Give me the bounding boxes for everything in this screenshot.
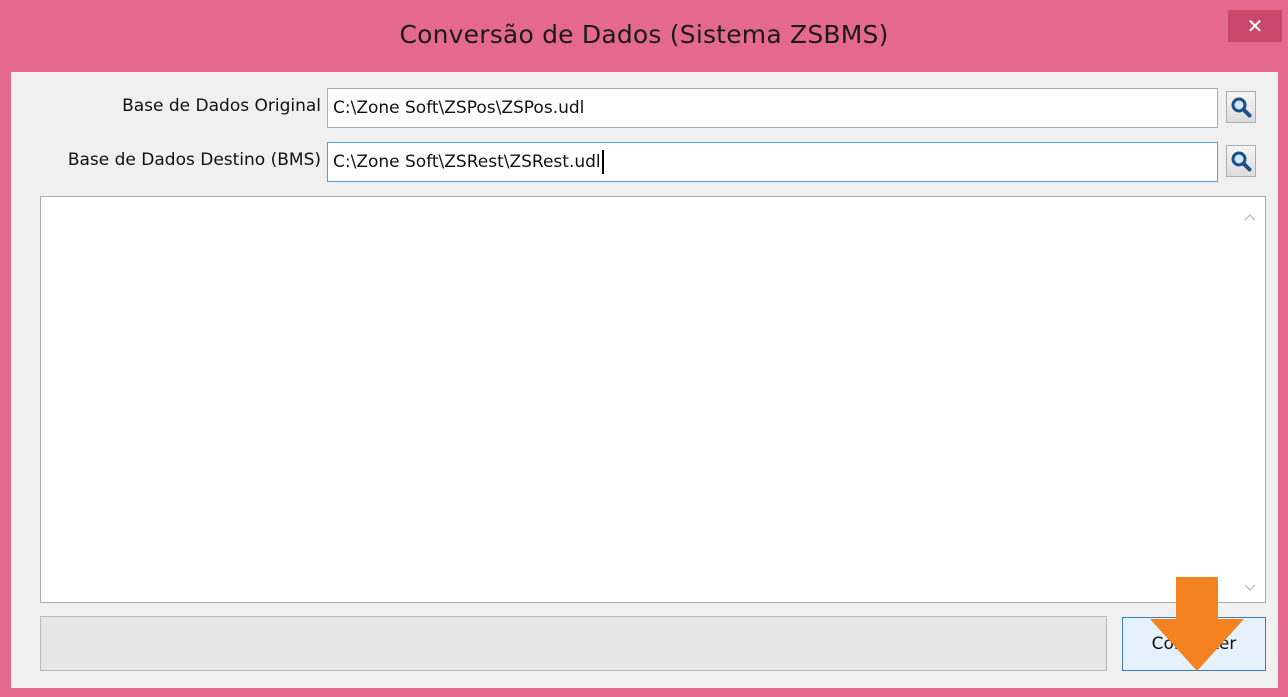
destination-db-value: C:\Zone Soft\ZSRest\ZSRest.udl (333, 152, 601, 172)
browse-destination-button[interactable] (1226, 145, 1256, 177)
scroll-up-button[interactable] (1235, 205, 1265, 229)
window-title: Conversão de Dados (Sistema ZSBMS) (399, 20, 889, 49)
chevron-down-icon (1244, 584, 1256, 592)
dialog-body: Base de Dados Original C:\Zone Soft\ZSPo… (11, 72, 1278, 688)
close-button[interactable]: ✕ (1228, 10, 1282, 42)
original-db-input[interactable]: C:\Zone Soft\ZSPos\ZSPos.udl (327, 88, 1218, 128)
destination-db-label: Base de Dados Destino (BMS) (67, 150, 321, 170)
original-db-value: C:\Zone Soft\ZSPos\ZSPos.udl (333, 98, 585, 118)
app-window: Conversão de Dados (Sistema ZSBMS) ✕ Bas… (0, 0, 1288, 697)
arrow-down-icon (1150, 577, 1244, 671)
progress-bar (40, 616, 1107, 671)
close-icon: ✕ (1246, 14, 1264, 38)
search-icon (1231, 97, 1252, 118)
text-caret (601, 150, 604, 174)
destination-db-input[interactable]: C:\Zone Soft\ZSRest\ZSRest.udl (327, 142, 1218, 182)
vertical-scrollbar[interactable] (1235, 197, 1265, 602)
chevron-up-icon (1244, 213, 1256, 221)
search-icon (1231, 151, 1252, 172)
browse-original-button[interactable] (1226, 91, 1256, 123)
log-memo[interactable] (40, 196, 1266, 603)
title-bar[interactable]: Conversão de Dados (Sistema ZSBMS) ✕ (0, 0, 1288, 72)
original-db-label: Base de Dados Original (122, 96, 321, 116)
